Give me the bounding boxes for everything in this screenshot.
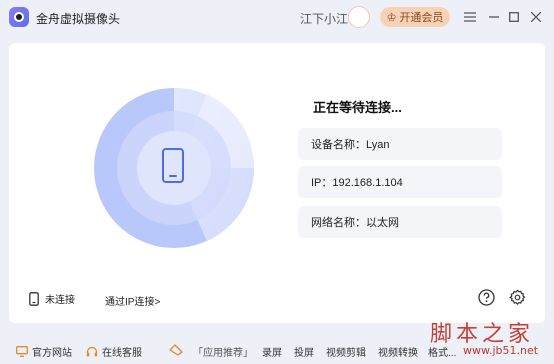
device-name-card: 设备名称：Lyan bbox=[298, 128, 502, 160]
official-site-label: 官方网站 bbox=[32, 348, 72, 359]
main-panel: 正在等待连接... 设备名称：Lyan IP：192.168.1.104 网络名… bbox=[9, 43, 545, 323]
recommend-icon bbox=[169, 344, 183, 356]
device-name-text: 设备名称：Lyan bbox=[311, 139, 390, 151]
maximize-icon[interactable] bbox=[506, 9, 522, 25]
menu-icon[interactable] bbox=[462, 9, 478, 25]
footer-link-record[interactable]: 录屏 bbox=[262, 344, 282, 359]
official-site-link[interactable]: 官方网站 bbox=[16, 344, 72, 359]
vip-button-label: 开通会员 bbox=[399, 12, 444, 24]
ip-text: IP：192.168.1.104 bbox=[311, 177, 403, 189]
ip-connect-link[interactable]: 通过IP连接> bbox=[105, 293, 160, 308]
close-icon[interactable] bbox=[528, 9, 544, 25]
title-bar: 金舟虚拟摄像头 江下小江 ♔ 开通会员 bbox=[0, 0, 554, 34]
connection-status-title: 正在等待连接... bbox=[313, 100, 402, 115]
avatar[interactable] bbox=[348, 6, 370, 28]
connection-indicator: 未连接 bbox=[29, 291, 75, 306]
radar-scan-graphic bbox=[94, 88, 254, 248]
online-support-link[interactable]: 在线客服 bbox=[86, 344, 142, 359]
watermark-url: www.jb51.net bbox=[463, 344, 539, 357]
footer-link-video-convert[interactable]: 视频转换 bbox=[378, 344, 418, 359]
camera-logo-icon bbox=[9, 7, 29, 27]
app-recommend-label: 「应用推荐」 bbox=[193, 348, 253, 359]
online-support-label: 在线客服 bbox=[102, 348, 142, 359]
phone-small-icon bbox=[29, 291, 39, 306]
connection-status-label: 未连接 bbox=[45, 295, 75, 306]
minimize-icon[interactable] bbox=[486, 9, 502, 25]
vip-button[interactable]: ♔ 开通会员 bbox=[380, 7, 450, 27]
footer-link-cast[interactable]: 投屏 bbox=[294, 344, 314, 359]
headset-icon bbox=[86, 346, 98, 356]
help-icon[interactable] bbox=[478, 289, 495, 306]
crown-icon: ♔ bbox=[386, 11, 397, 24]
username[interactable]: 江下小江 bbox=[300, 10, 348, 27]
monitor-icon bbox=[16, 346, 28, 357]
network-name-text: 网络名称：以太网 bbox=[311, 217, 399, 229]
app-title: 金舟虚拟摄像头 bbox=[36, 12, 121, 26]
ip-card: IP：192.168.1.104 bbox=[298, 166, 502, 198]
footer-link-video-edit[interactable]: 视频剪辑 bbox=[326, 344, 366, 359]
network-name-card: 网络名称：以太网 bbox=[298, 206, 502, 238]
gear-icon[interactable] bbox=[509, 289, 526, 306]
